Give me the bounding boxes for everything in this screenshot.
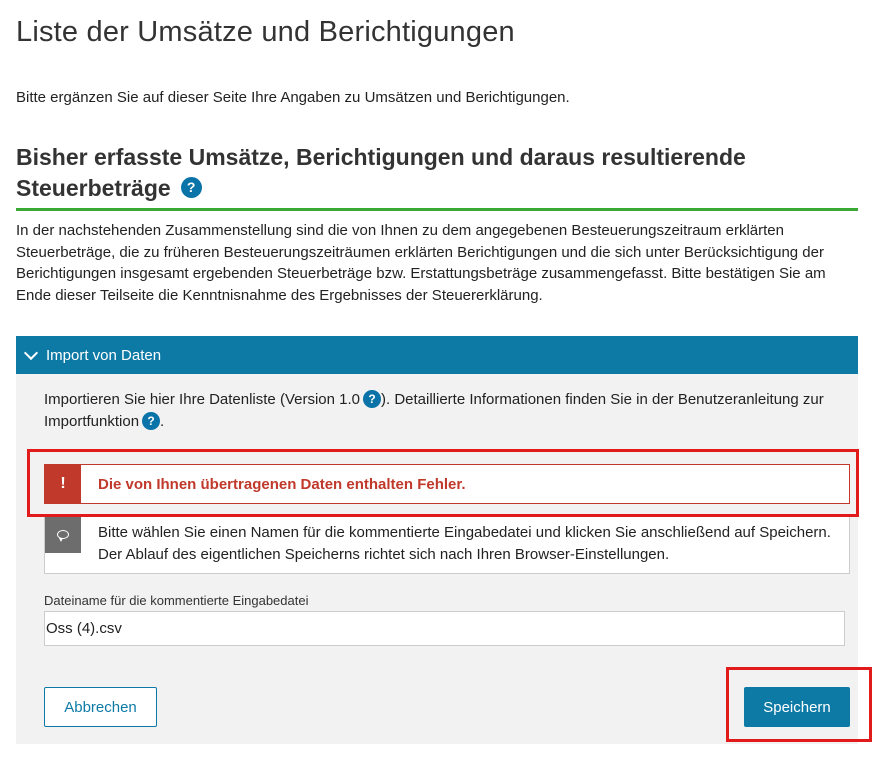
section-divider	[16, 208, 858, 211]
info-message-box: Bitte wählen Sie einen Namen für die kom…	[44, 514, 850, 574]
save-button[interactable]: Speichern	[744, 687, 850, 727]
accordion-import-header[interactable]: Import von Daten	[16, 336, 858, 374]
help-icon-version[interactable]: ?	[363, 390, 381, 409]
help-icon-import[interactable]: ?	[142, 412, 161, 431]
error-message: Die von Ihnen übertragenen Daten enthalt…	[98, 475, 466, 493]
info-message: Bitte wählen Sie einen Namen für die kom…	[98, 524, 831, 563]
accordion-import-panel: Importieren Sie hier Ihre Datenliste (Ve…	[16, 374, 858, 744]
help-icon[interactable]: ?	[180, 177, 202, 199]
intro-text: Bitte ergänzen Sie auf dieser Seite Ihre…	[16, 89, 570, 106]
accordion-import-label: Import von Daten	[46, 346, 162, 364]
section-description: In der nachstehenden Zusammenstellung si…	[16, 222, 826, 304]
import-text-part3: .	[160, 413, 165, 430]
filename-label: Dateiname für die kommentierte Eingabeda…	[44, 593, 309, 608]
filename-input[interactable]	[44, 611, 845, 646]
page-title: Liste der Umsätze und Berichtigungen	[16, 16, 515, 48]
import-text-part1: Importieren Sie hier Ihre Datenliste (Ve…	[44, 391, 360, 408]
import-instructions: Importieren Sie hier Ihre Datenliste (Ve…	[44, 389, 834, 433]
cancel-button[interactable]: Abbrechen	[44, 687, 157, 727]
section-title-text: Bisher erfasste Umsätze, Berichtigungen …	[16, 144, 746, 201]
speech-bubble-icon	[45, 515, 81, 553]
chevron-down-icon	[23, 345, 39, 361]
error-message-box: ! Die von Ihnen übertragenen Daten entha…	[44, 464, 850, 504]
section-title: Bisher erfasste Umsätze, Berichtigungen …	[16, 142, 866, 204]
exclamation-icon: !	[45, 465, 81, 503]
